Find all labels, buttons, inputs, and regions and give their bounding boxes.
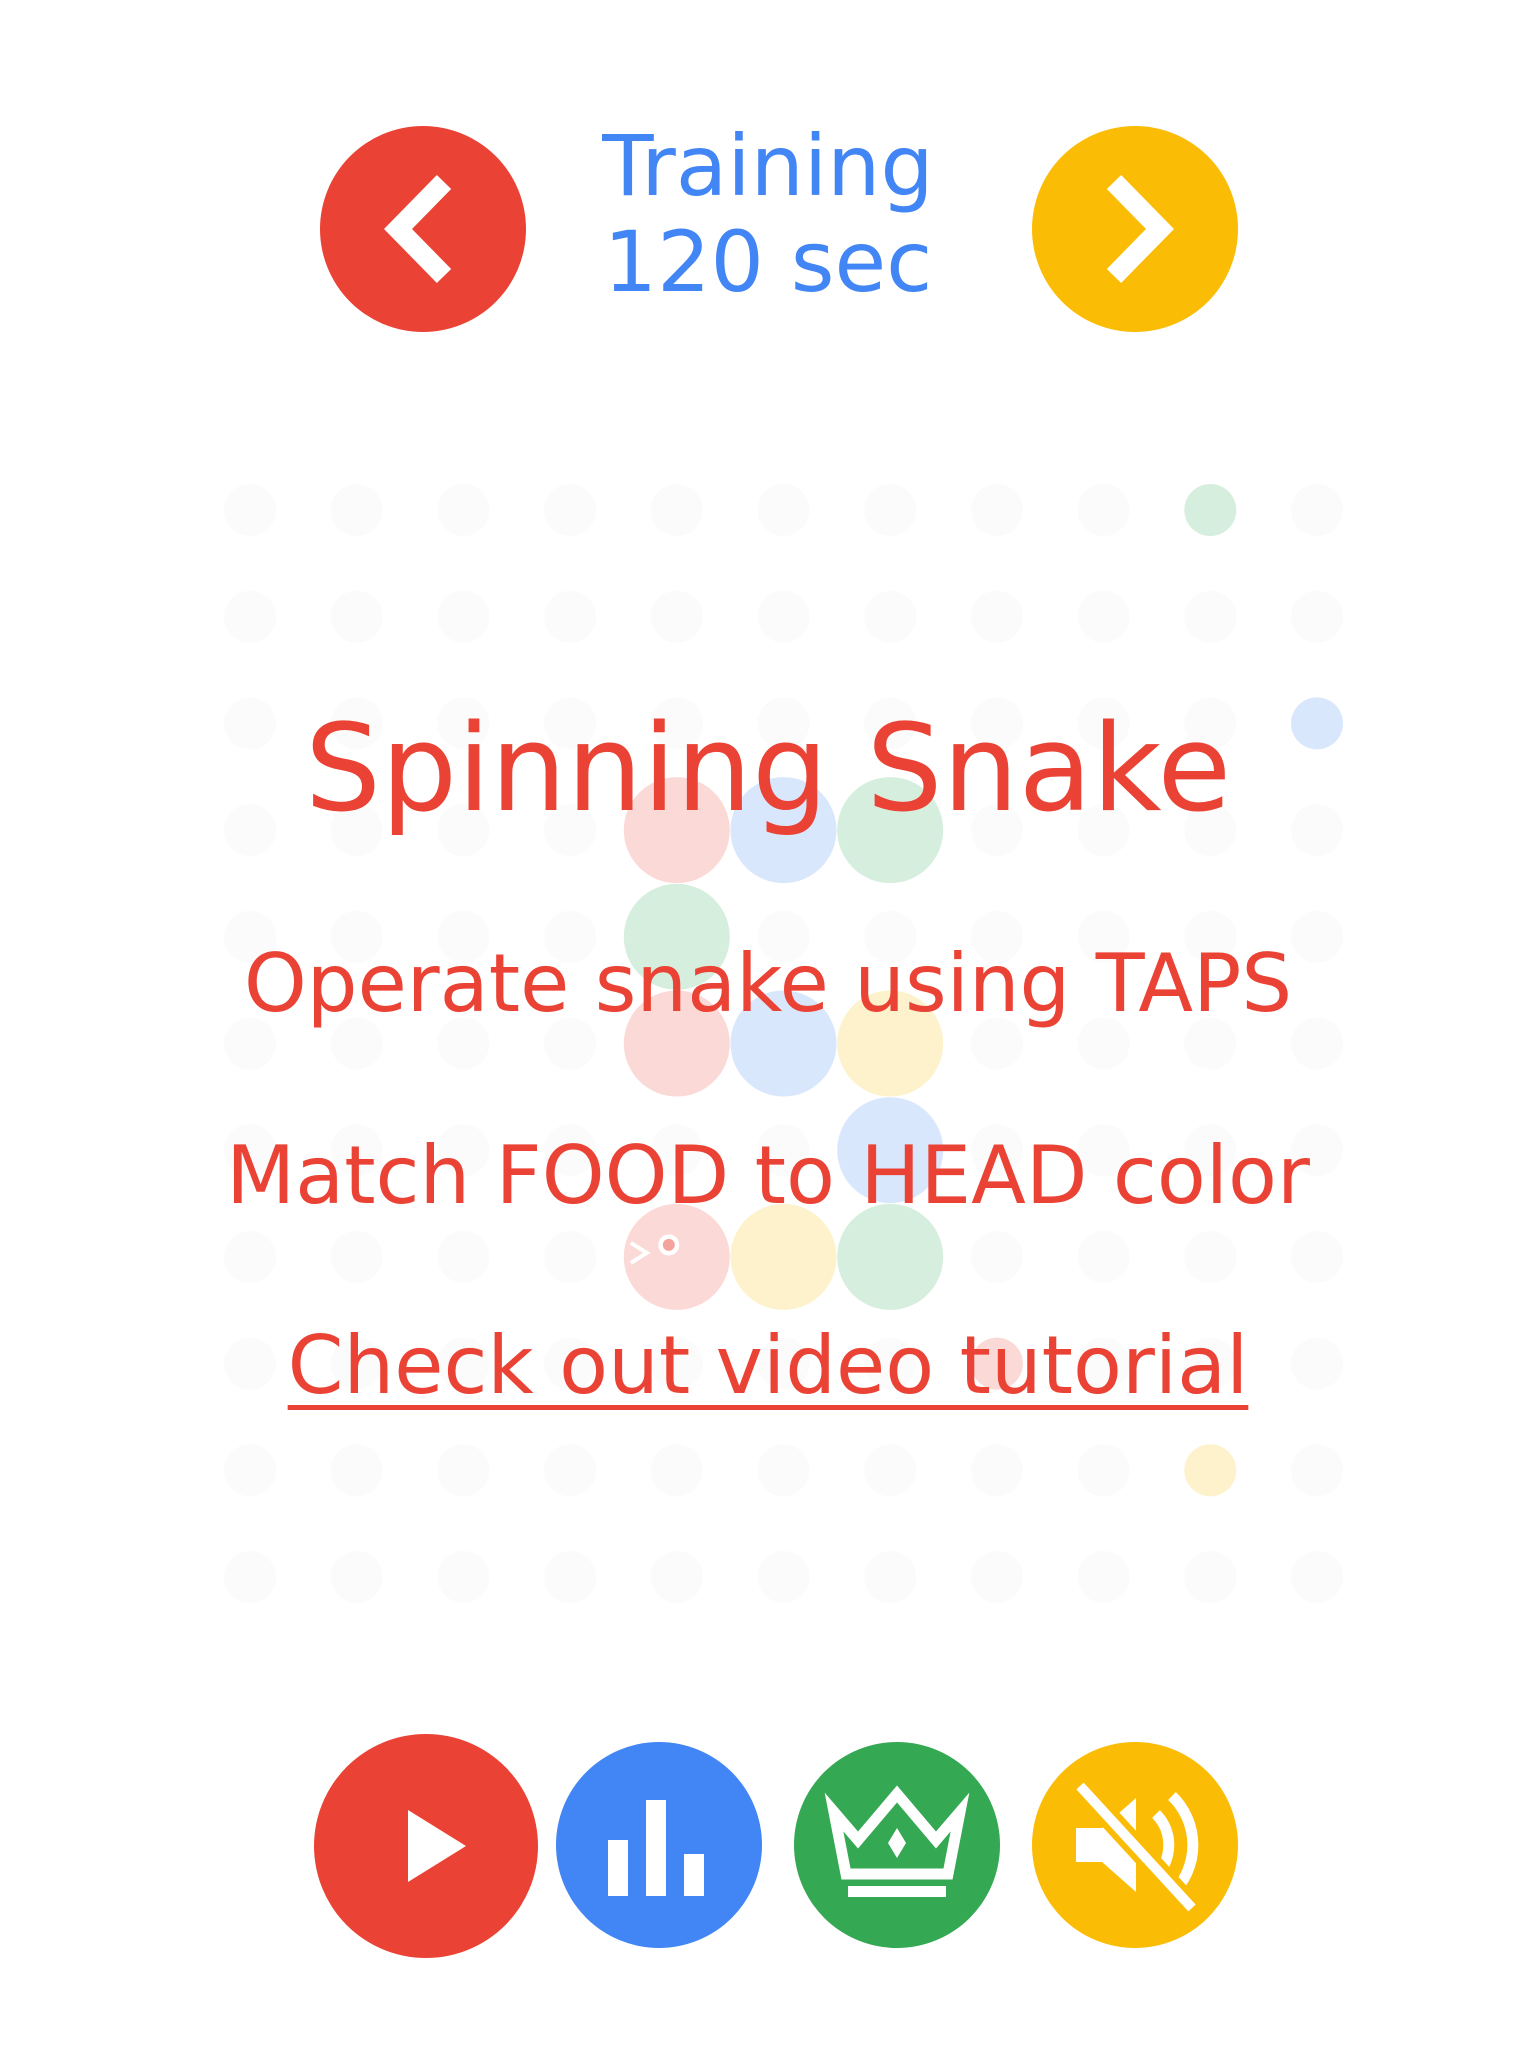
grid-dot: [224, 484, 276, 536]
grid-dot: [224, 590, 276, 643]
snake-pupil: [662, 1238, 675, 1251]
instruction-taps: Operate snake using TAPS: [243, 937, 1293, 1030]
bar-chart-icon: [608, 1800, 704, 1896]
grid-dot: [970, 590, 1023, 643]
grid-dot: [437, 1551, 490, 1603]
grid-dot: [970, 484, 1023, 536]
game-board: [224, 484, 1343, 1603]
grid-dot: [757, 590, 810, 643]
grid-dot: [650, 590, 703, 643]
grid-dot: [1077, 484, 1130, 536]
grid-dot: [1077, 590, 1130, 643]
grid-dot: [1077, 1551, 1130, 1603]
leaderboard-button[interactable]: [794, 1742, 1000, 1948]
play-button[interactable]: [314, 1734, 538, 1958]
crown-icon: [824, 1785, 970, 1897]
grid-dot: [970, 1551, 1023, 1603]
grid-dot: [330, 590, 383, 643]
grid-dot: [970, 1230, 1023, 1283]
grid-dot: [650, 484, 703, 536]
grid-dot: [757, 1551, 810, 1603]
grid-dot: [437, 1230, 490, 1283]
speaker-muted-icon: [1071, 1778, 1201, 1916]
grid-dot: [650, 1444, 703, 1497]
grid-dot: [864, 1444, 917, 1497]
grid-dot: [437, 484, 490, 536]
grid-dot: [437, 1444, 490, 1497]
grid-dot: [1184, 1230, 1237, 1283]
grid-dot: [1077, 1444, 1130, 1497]
grid-dot: [330, 1230, 383, 1283]
grid-dot: [864, 590, 917, 643]
food-dot: [1184, 484, 1237, 536]
grid-dot: [1184, 590, 1237, 643]
grid-dot: [757, 484, 810, 536]
grid-dot: [544, 484, 597, 536]
grid-dot: [330, 484, 383, 536]
grid-dot: [1291, 590, 1343, 643]
grid-dot: [224, 1230, 276, 1283]
grid-dot: [970, 1444, 1023, 1497]
video-tutorial-link[interactable]: Check out video tutorial: [0, 1318, 1536, 1414]
grid-dot: [544, 590, 597, 643]
stats-button[interactable]: [556, 1742, 762, 1948]
grid-dot: [650, 1551, 703, 1603]
grid-dot: [330, 1551, 383, 1603]
grid-dot: [437, 590, 490, 643]
sound-toggle-button[interactable]: [1032, 1742, 1238, 1948]
grid-dot: [864, 1551, 917, 1603]
grid-dot: [1291, 1444, 1343, 1497]
grid-dot: [544, 1551, 597, 1603]
instruction-match: Match FOOD to HEAD color: [226, 1129, 1310, 1222]
grid-dot: [1077, 1230, 1130, 1283]
grid-dot: [544, 1230, 597, 1283]
grid-dot: [1291, 484, 1343, 536]
grid-dot: [224, 1551, 276, 1603]
grid-dot: [224, 1444, 276, 1497]
grid-dot: [1184, 1551, 1237, 1603]
grid-dot: [757, 1444, 810, 1497]
grid-dot: [1291, 1230, 1343, 1283]
grid-dot: [544, 1444, 597, 1497]
game-title: Spinning Snake: [304, 700, 1232, 839]
play-icon: [408, 1810, 466, 1882]
grid-dot: [1291, 1551, 1343, 1603]
food-dot: [1184, 1444, 1237, 1497]
grid-dot: [330, 1444, 383, 1497]
grid-dot: [864, 484, 917, 536]
